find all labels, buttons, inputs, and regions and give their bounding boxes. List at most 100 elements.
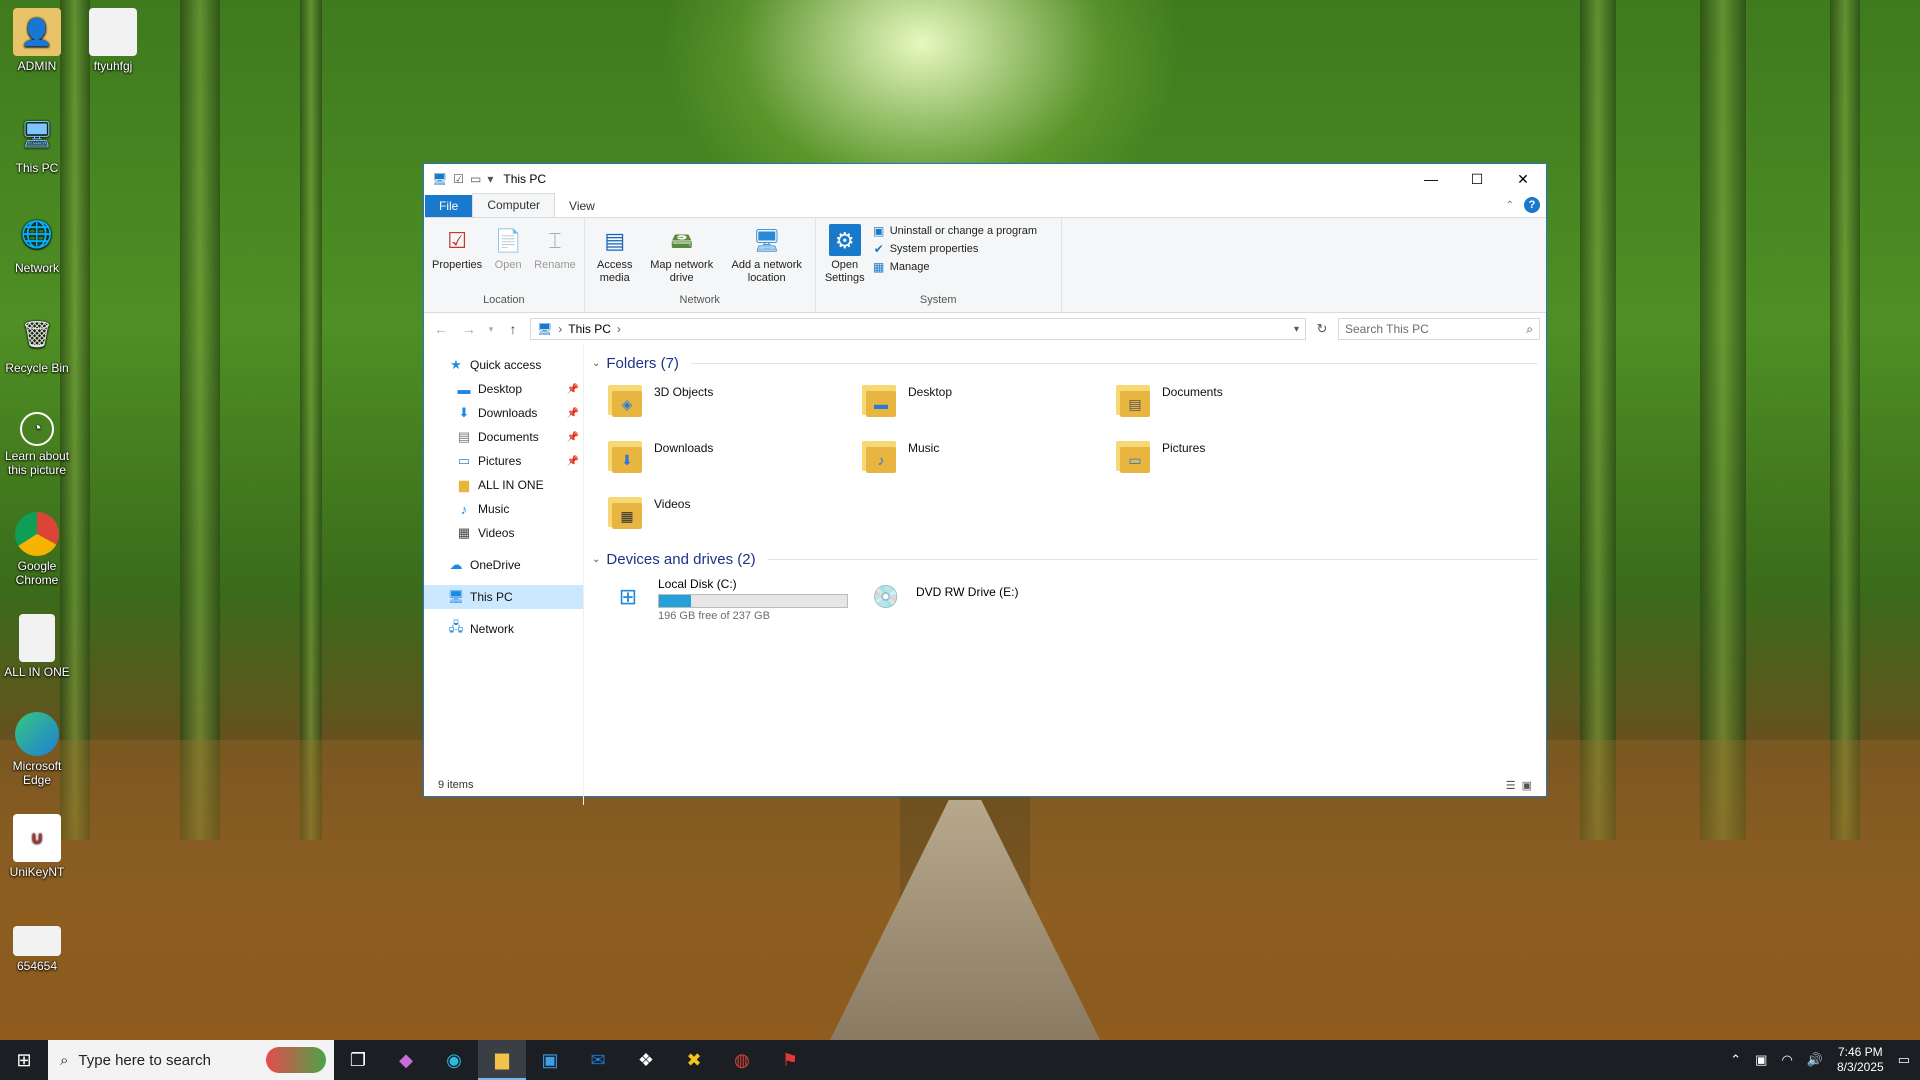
nav-this-pc[interactable]: 🖥 This PC — [424, 585, 583, 609]
group-label: System — [919, 294, 957, 306]
music-folder-icon: ♪ — [860, 435, 900, 475]
desktop-icon-ftyuhfgj[interactable]: ftyuhfgj — [76, 8, 150, 73]
desktop-icon-recycle-bin[interactable]: 🗑 Recycle Bin — [0, 310, 74, 376]
uninstall-program-button[interactable]: ▣ Uninstall or change a program — [872, 224, 1037, 238]
group-system: ⚙ Open Settings ▣ Uninstall or change a … — [816, 218, 1062, 312]
nav-network[interactable]: 🖧 Network — [424, 617, 583, 641]
copilot-icon[interactable]: ◆ — [382, 1040, 430, 1080]
start-button[interactable]: ⊞ — [0, 1040, 48, 1080]
edge-taskbar-icon[interactable]: ◉ — [430, 1040, 478, 1080]
desktop-icon-this-pc[interactable]: 🖥 This PC — [0, 110, 74, 176]
refresh-button[interactable]: ↻ — [1312, 321, 1332, 337]
nav-quick-access[interactable]: ★ Quick access — [424, 353, 583, 377]
file-explorer-taskbar-icon[interactable]: ▆ — [478, 1040, 526, 1080]
help-icon[interactable]: ? — [1524, 197, 1540, 213]
uninstall-icon: ▣ — [873, 224, 885, 238]
desktop-icon-network[interactable]: 🌐 Network — [0, 210, 74, 276]
maximize-button[interactable]: ☐ — [1454, 164, 1500, 194]
open-settings-button[interactable]: ⚙ Open Settings — [820, 222, 870, 294]
status-bar: 9 items ☰ ▣ — [424, 774, 1546, 796]
store-taskbar-icon[interactable]: ▣ — [526, 1040, 574, 1080]
address-bar[interactable]: 🖥 › This PC › ▾ — [530, 318, 1306, 340]
volume-icon[interactable]: 🔊 — [1807, 1052, 1823, 1068]
meet-now-icon[interactable]: ▣ — [1755, 1052, 1767, 1068]
bamboo-stalk — [1700, 0, 1746, 840]
nav-all-in-one[interactable]: ▆ ALL IN ONE — [424, 473, 583, 497]
outlook-taskbar-icon[interactable]: ✉ — [574, 1040, 622, 1080]
drive-local-c[interactable]: ⊞ Local Disk (C:) 196 GB free of 237 GB — [606, 577, 848, 622]
desktop-icon-chrome[interactable]: Google Chrome — [0, 512, 74, 587]
up-button[interactable]: ↑ — [502, 321, 524, 337]
tab-file[interactable]: File — [425, 195, 473, 217]
collapse-ribbon-icon[interactable]: ⌃ — [1506, 200, 1514, 211]
drive-free-space: 196 GB free of 237 GB — [658, 610, 770, 622]
system-properties-button[interactable]: ✔ System properties — [872, 242, 1037, 256]
tab-computer[interactable]: Computer — [472, 193, 556, 217]
folder-videos[interactable]: ▦ Videos — [606, 487, 860, 543]
recent-locations-icon[interactable]: ▾ — [486, 324, 496, 335]
desktop-icon-654654[interactable]: 654654 — [0, 926, 74, 973]
drive-dvd-e[interactable]: 💿 DVD RW Drive (E:) — [864, 577, 1106, 622]
chrome-taskbar-icon[interactable]: ◍ — [718, 1040, 766, 1080]
properties-quick-icon[interactable]: ☑ — [453, 172, 464, 186]
folder-downloads[interactable]: ⬇ Downloads — [606, 431, 860, 487]
folder-pictures[interactable]: ▭ Pictures — [1114, 431, 1368, 487]
xbox-taskbar-icon[interactable]: ✖ — [670, 1040, 718, 1080]
notifications-icon[interactable]: ▭ — [1898, 1052, 1910, 1068]
nav-downloads[interactable]: ⬇ Downloads 📌 — [424, 401, 583, 425]
file-explorer-window: 🖥 ☑ ▭ ▾ This PC — ☐ ✕ File Computer View… — [423, 163, 1547, 805]
desktop-icon-all-in-one[interactable]: ALL IN ONE — [0, 614, 74, 679]
desktop-icon-unikey[interactable]: U UniKeyNT — [0, 814, 74, 879]
manage-button[interactable]: ▦ Manage — [872, 260, 1037, 274]
rename-button[interactable]: ⌶ Rename — [530, 222, 580, 294]
nav-pictures[interactable]: ▭ Pictures 📌 — [424, 449, 583, 473]
open-button[interactable]: 📄 Open — [488, 222, 528, 294]
wifi-icon[interactable]: ◠ — [1781, 1052, 1792, 1068]
forward-button[interactable]: → — [458, 321, 480, 337]
details-view-icon[interactable]: ☰ — [1506, 779, 1516, 792]
desktop-icon-admin[interactable]: 👤 ADMIN — [0, 8, 74, 73]
drives-section-header[interactable]: ⌄ Devices and drives (2) — [592, 547, 1538, 571]
group-location: ☑ Properties 📄 Open ⌶ Rename Location — [424, 218, 585, 312]
access-media-button[interactable]: ▤ Access media — [589, 222, 641, 294]
add-network-location-button[interactable]: 🖥 Add a network location — [723, 222, 811, 294]
back-button[interactable]: ← — [430, 321, 452, 337]
folder-icon: ▆ — [459, 477, 469, 492]
nav-desktop[interactable]: ▬ Desktop 📌 — [424, 377, 583, 401]
folder-documents[interactable]: ▤ Documents — [1114, 375, 1368, 431]
rename-icon: ⌶ — [548, 227, 562, 253]
desktop-icon-edge[interactable]: Microsoft Edge — [0, 712, 74, 787]
folder-music[interactable]: ♪ Music — [860, 431, 1114, 487]
folder-3d-objects[interactable]: ◈ 3D Objects — [606, 375, 860, 431]
task-view-icon[interactable]: ❐ — [334, 1040, 382, 1080]
recycle-bin-icon: 🗑 — [20, 318, 54, 349]
nav-documents[interactable]: ▤ Documents 📌 — [424, 425, 583, 449]
desktop-icon-learn-picture[interactable]: ◔ Learn about this picture — [0, 412, 74, 477]
search-input[interactable]: Search This PC ⌕ — [1338, 318, 1540, 340]
nav-onedrive[interactable]: ☁ OneDrive — [424, 553, 583, 577]
network-icon: 🌐 — [20, 218, 54, 249]
large-icons-view-icon[interactable]: ▣ — [1522, 779, 1532, 792]
app-taskbar-icon[interactable]: ❖ — [622, 1040, 670, 1080]
chevron-up-icon[interactable]: ⌃ — [1730, 1052, 1741, 1068]
nav-music[interactable]: ♪ Music — [424, 497, 583, 521]
new-folder-quick-icon[interactable]: ▭ — [470, 172, 481, 186]
quick-access-dropdown-icon[interactable]: ▾ — [487, 172, 493, 186]
clock-time: 7:46 PM — [1837, 1045, 1883, 1059]
address-dropdown-icon[interactable]: ▾ — [1294, 324, 1299, 335]
tab-view[interactable]: View — [555, 195, 609, 217]
open-icon: 📄 — [494, 227, 522, 253]
breadcrumb-this-pc[interactable]: This PC — [568, 322, 611, 336]
edge-icon — [15, 712, 59, 756]
folders-section-header[interactable]: ⌄ Folders (7) — [592, 351, 1538, 375]
nav-videos[interactable]: ▦ Videos — [424, 521, 583, 545]
app2-taskbar-icon[interactable]: ⚑ — [766, 1040, 814, 1080]
taskbar-search[interactable]: ⌕ Type here to search — [48, 1040, 334, 1080]
clock[interactable]: 7:46 PM 8/3/2025 — [1837, 1045, 1884, 1075]
folder-desktop[interactable]: ▬ Desktop — [860, 375, 1114, 431]
properties-button[interactable]: ☑ Properties — [428, 222, 486, 294]
close-button[interactable]: ✕ — [1500, 164, 1546, 194]
document-icon — [13, 926, 61, 956]
map-network-drive-button[interactable]: 🖴 Map network drive — [643, 222, 721, 294]
minimize-button[interactable]: — — [1408, 164, 1454, 194]
